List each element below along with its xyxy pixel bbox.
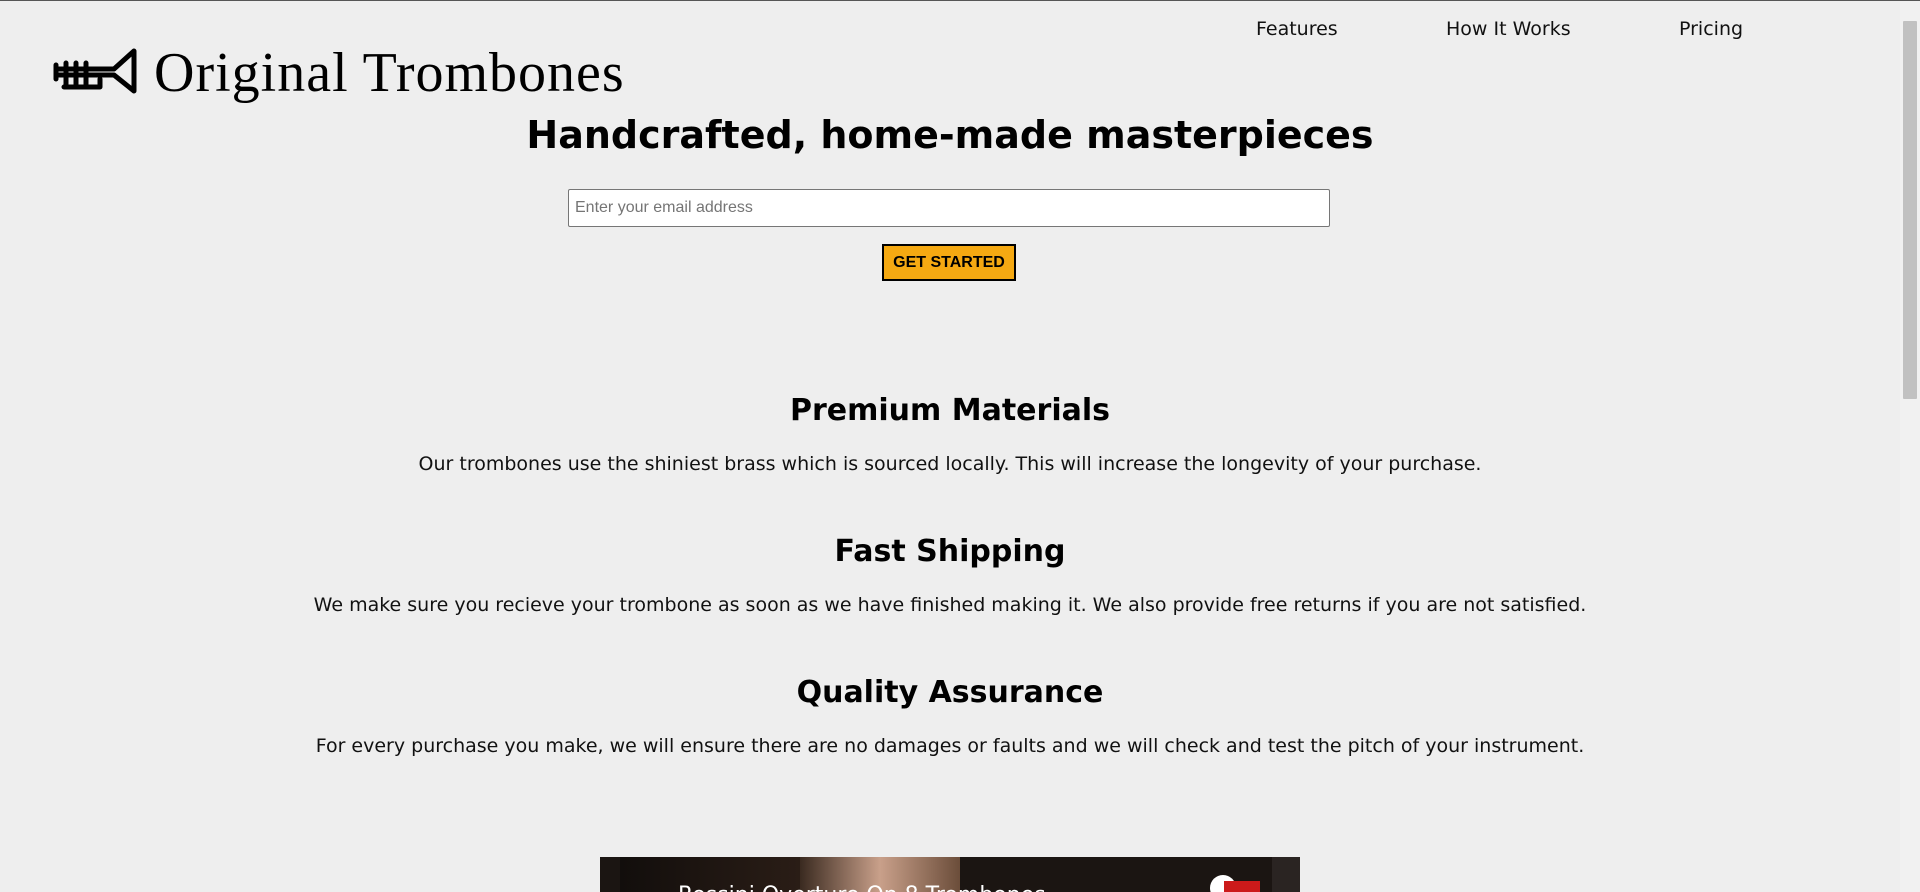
scrollbar-thumb[interactable]	[1903, 21, 1917, 399]
feature-description: We make sure you recieve your trombone a…	[313, 594, 1587, 616]
nav-link-pricing[interactable]: Pricing	[1679, 18, 1743, 40]
feature-fast-shipping: Fast Shipping We make sure you recieve y…	[0, 534, 1900, 616]
feature-quality-assurance: Quality Assurance For every purchase you…	[0, 675, 1900, 757]
feature-description: Our trombones use the shiniest brass whi…	[418, 453, 1482, 475]
feature-title: Fast Shipping	[834, 534, 1066, 569]
nav-link-features[interactable]: Features	[1256, 18, 1338, 40]
feature-title: Premium Materials	[790, 393, 1110, 428]
brand-logo[interactable]: Original Trombones	[52, 43, 625, 103]
top-nav: Features How It Works Pricing	[1200, 18, 1920, 48]
feature-description: For every purchase you make, we will ens…	[315, 735, 1585, 757]
nav-link-how-it-works[interactable]: How It Works	[1446, 18, 1571, 40]
brand-name: Original Trombones	[154, 42, 625, 104]
youtube-logo-icon	[1224, 881, 1260, 892]
email-input[interactable]	[568, 189, 1330, 227]
feature-premium-materials: Premium Materials Our trombones use the …	[0, 393, 1900, 475]
hero-headline: Handcrafted, home-made masterpieces	[526, 113, 1374, 157]
trumpet-icon	[52, 43, 138, 103]
video-frame-edge	[1272, 857, 1300, 892]
feature-title: Quality Assurance	[796, 675, 1104, 710]
page-scrollbar[interactable]	[1900, 1, 1920, 892]
get-started-button[interactable]: GET STARTED	[882, 244, 1016, 281]
video-embed[interactable]: Rossini Overture On 8 Trombones	[600, 857, 1300, 892]
